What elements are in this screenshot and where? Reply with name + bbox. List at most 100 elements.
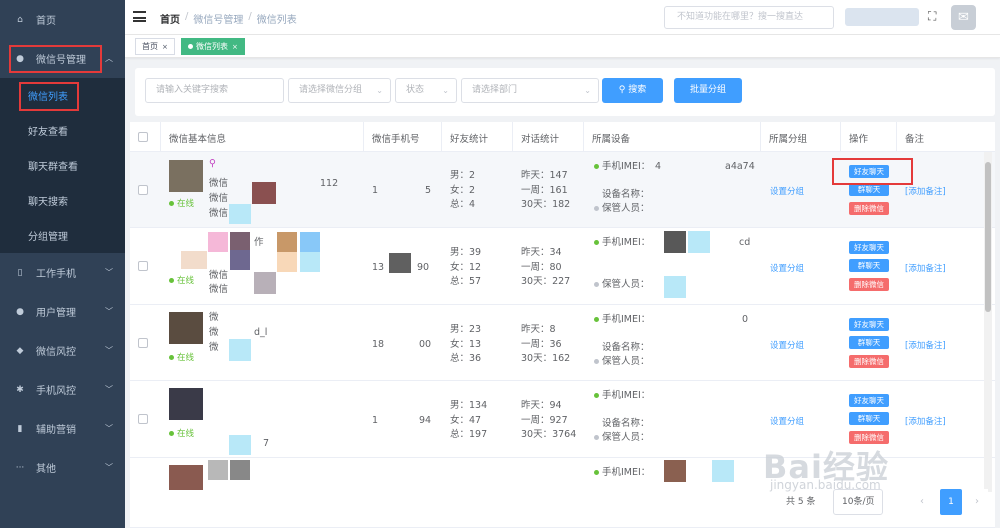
sidebar-item-work-phone[interactable]: ▯ 工作手机 ﹀ — [0, 253, 125, 292]
hamburger-icon[interactable] — [133, 11, 146, 22]
row-checkbox[interactable] — [138, 338, 148, 348]
set-group-link[interactable]: 设置分组 — [770, 185, 804, 197]
sidebar-item-home[interactable]: ⌂ 首页 — [0, 0, 125, 39]
friend-chat-button[interactable]: 好友聊天 — [849, 241, 889, 254]
table-row[interactable]: ⚲ 微信 112 微信 微信 在线 1 5 男：2 女：2 总：4 昨天：147… — [130, 152, 995, 228]
friend-chat-button[interactable]: 好友聊天 — [849, 165, 889, 178]
imei-fragment: 0 — [742, 314, 749, 325]
friend-chat-button[interactable]: 好友聊天 — [849, 318, 889, 331]
redacted-block — [664, 276, 686, 298]
redacted-block — [229, 204, 251, 224]
sidebar-item-wechat-mgmt[interactable]: ● 微信号管理 ︿ — [0, 39, 125, 78]
friends-total: 总：57 — [450, 276, 482, 287]
friends-female: 女：12 — [450, 262, 482, 273]
table-row[interactable]: 作 微信 微信 在线 13 90 男：39 女：12 总：57 昨天：34 一周… — [130, 228, 995, 305]
table-row[interactable]: 微 d_l 微 微 在线 18 00 男：23 女：13 总：36 昨天：8 一… — [130, 305, 995, 381]
friend-chat-button[interactable]: 好友聊天 — [849, 394, 889, 407]
delete-wechat-button[interactable]: 删除微信 — [849, 202, 889, 215]
sidebar-item-wechat-risk[interactable]: ◆ 微信风控 ﹀ — [0, 331, 125, 370]
sidebar-item-users[interactable]: ● 用户管理 ﹀ — [0, 292, 125, 331]
sidebar-subitem-chat-search[interactable]: 聊天搜索 — [0, 183, 125, 218]
filter-bar: 请输入关键字搜索 请选择微信分组 ⌄ 状态 ⌄ 请选择部门 ⌄ ⚲ 搜索 批量分组 — [135, 68, 995, 116]
next-page-button[interactable]: › — [966, 489, 988, 515]
group-select[interactable]: 请选择微信分组 ⌄ — [288, 78, 391, 103]
add-note-link[interactable]: [添加备注] — [905, 415, 946, 427]
add-note-link[interactable]: [添加备注] — [905, 262, 946, 274]
avatar[interactable]: ✉ — [951, 5, 976, 30]
sidebar-item-label: 工作手机 — [36, 269, 76, 280]
search-button[interactable]: ⚲ 搜索 — [602, 78, 663, 103]
chat-yesterday: 昨天：34 — [521, 247, 562, 258]
user-icon: ● — [16, 306, 24, 317]
page-size-select[interactable]: 10条/页 — [833, 489, 883, 515]
device-imei: 手机IMEI： — [594, 389, 650, 403]
friends-total: 总：4 — [450, 199, 476, 210]
sidebar-subitem-wechat-list[interactable]: 微信列表 — [0, 78, 125, 113]
close-icon[interactable]: × — [162, 43, 168, 51]
redacted-block — [688, 231, 710, 253]
sidebar-subitem-friends[interactable]: 好友查看 — [0, 113, 125, 148]
redacted-block — [230, 460, 250, 480]
group-chat-button[interactable]: 群聊天 — [849, 183, 889, 196]
set-group-link[interactable]: 设置分组 — [770, 262, 804, 274]
device-imei: 手机IMEI： — [594, 466, 650, 480]
wechat-info-prefix: 微信 — [209, 193, 229, 204]
delete-wechat-button[interactable]: 删除微信 — [849, 355, 889, 368]
friends-female: 女：2 — [450, 185, 476, 196]
add-note-link[interactable]: [添加备注] — [905, 185, 946, 197]
sidebar-item-label: 分组管理 — [28, 232, 68, 243]
close-icon[interactable]: × — [232, 43, 238, 51]
shield-icon: ◆ — [16, 345, 24, 356]
more-icon: ··· — [15, 462, 25, 473]
wechat-avatar — [169, 465, 203, 490]
batch-group-button[interactable]: 批量分组 — [674, 78, 742, 103]
page-number-active[interactable]: 1 — [940, 489, 962, 515]
select-all-checkbox[interactable] — [138, 132, 148, 142]
sidebar-subitem-groups[interactable]: 聊天群查看 — [0, 148, 125, 183]
row-checkbox[interactable] — [138, 261, 148, 271]
tag-wechat-list[interactable]: 微信列表 × — [181, 38, 245, 55]
status-online: 在线 — [169, 274, 194, 286]
set-group-link[interactable]: 设置分组 — [770, 339, 804, 351]
chat-month: 30天：3764 — [521, 429, 577, 440]
set-group-link[interactable]: 设置分组 — [770, 415, 804, 427]
breadcrumb-current: 微信列表 — [256, 15, 297, 26]
wechat-avatar — [169, 312, 203, 344]
imei-fragment: cd — [739, 237, 751, 248]
device-keeper: 保管人员： — [594, 431, 650, 445]
col-header: 对话统计 — [521, 134, 560, 145]
fullscreen-icon[interactable]: ⛶ — [928, 10, 941, 23]
tag-home[interactable]: 首页 × — [135, 38, 175, 55]
device-imei: 手机IMEI： — [594, 313, 650, 327]
row-checkbox[interactable] — [138, 414, 148, 424]
pager-total: 共 5 条 — [786, 497, 816, 507]
status-select[interactable]: 状态 ⌄ — [395, 78, 457, 103]
wechat-info-prefix: 微信 — [209, 208, 229, 219]
global-search-input[interactable]: 不知道功能在哪里？搜一搜直达 — [664, 6, 834, 29]
col-header: 所属分组 — [769, 134, 808, 145]
sidebar-item-marketing[interactable]: ▮ 辅助营销 ﹀ — [0, 409, 125, 448]
phone-suffix: 5 — [425, 185, 432, 196]
sidebar-subitem-group-mgmt[interactable]: 分组管理 — [0, 218, 125, 253]
friends-female: 女：13 — [450, 339, 482, 350]
prev-page-button[interactable]: ‹ — [911, 489, 933, 515]
sidebar-item-other[interactable]: ··· 其他 ﹀ — [0, 448, 125, 487]
tags-view: 首页 × 微信列表 × — [125, 35, 1000, 58]
phone-icon: ▯ — [17, 267, 23, 278]
group-chat-button[interactable]: 群聊天 — [849, 412, 889, 425]
scrollbar-thumb[interactable] — [985, 162, 991, 312]
redacted-block — [664, 460, 686, 482]
wechat-info-prefix: 微信 — [209, 270, 229, 281]
group-chat-button[interactable]: 群聊天 — [849, 259, 889, 272]
wechat-avatar — [169, 160, 203, 192]
sidebar-item-phone-risk[interactable]: ✱ 手机风控 ﹀ — [0, 370, 125, 409]
dept-select[interactable]: 请选择部门 ⌄ — [461, 78, 599, 103]
keyword-search-input[interactable]: 请输入关键字搜索 — [145, 78, 284, 103]
device-name: 设备名称： — [602, 189, 650, 200]
breadcrumb-home[interactable]: 首页 — [160, 11, 180, 26]
row-checkbox[interactable] — [138, 185, 148, 195]
delete-wechat-button[interactable]: 删除微信 — [849, 278, 889, 291]
group-chat-button[interactable]: 群聊天 — [849, 336, 889, 349]
redacted-block — [208, 460, 228, 480]
add-note-link[interactable]: [添加备注] — [905, 339, 946, 351]
